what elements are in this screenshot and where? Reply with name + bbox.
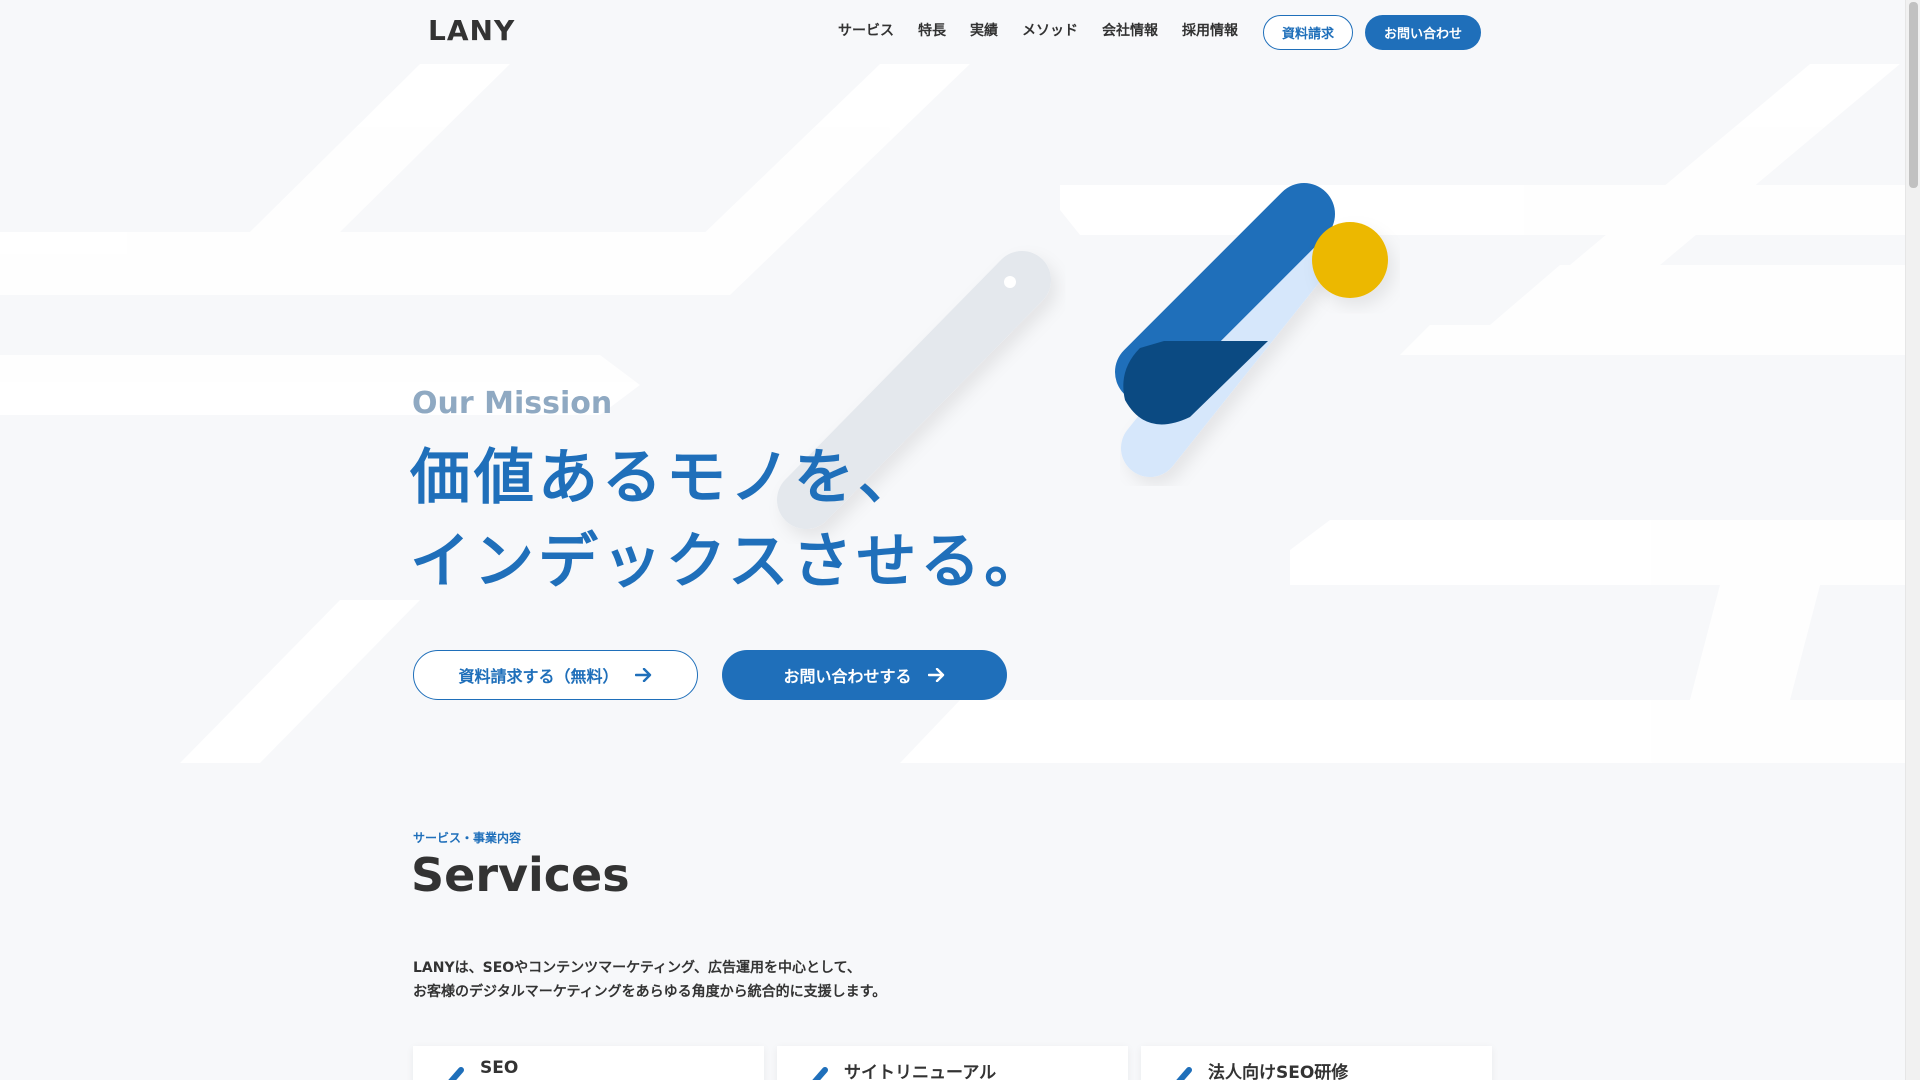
yellow-circle	[1312, 222, 1388, 298]
pencil-stroke-icon	[1176, 1067, 1192, 1080]
service-card-label: 法人向けSEO研修	[1208, 1063, 1349, 1080]
nav-item-services[interactable]: サービス	[838, 20, 894, 40]
cta-contact-button[interactable]: お問い合わせする	[722, 650, 1007, 700]
services-title: Services	[411, 848, 630, 902]
contact-button[interactable]: お問い合わせ	[1365, 15, 1481, 50]
hero-title-line2: インデックスさせる。	[410, 527, 1049, 597]
logo[interactable]: LANY	[428, 14, 515, 47]
pencil-stroke-icon	[448, 1067, 464, 1080]
doc-request-button[interactable]: 資料請求	[1263, 15, 1353, 50]
arrow-right-icon	[927, 668, 944, 682]
cta-doc-request-label: 資料請求する（無料）	[458, 667, 619, 686]
grey-bar-dot	[1004, 276, 1016, 288]
nav-item-results[interactable]: 実績	[970, 20, 998, 40]
arrow-right-icon	[634, 668, 651, 682]
hero-title: 価値あるモノを、 インデックスさせる。	[410, 436, 1048, 604]
nav-item-method[interactable]: メソッド	[1022, 20, 1078, 40]
service-card-label: サイトリニューアル	[844, 1063, 997, 1080]
service-card-label: SEO	[480, 1058, 519, 1078]
cta-doc-request-button[interactable]: 資料請求する（無料）	[413, 650, 698, 700]
page: LANY サービス 特長 実績 メソッド 会社情報 採用情報 資料請求 お問い合…	[0, 0, 1920, 1080]
site-header: LANY サービス 特長 実績 メソッド 会社情報 採用情報 資料請求 お問い合…	[0, 0, 1905, 64]
page-scrollbar[interactable]	[1905, 0, 1920, 1080]
hero-subtitle: Our Mission	[412, 386, 613, 421]
hero-title-line1: 価値あるモノを、	[410, 443, 922, 513]
nav-item-features[interactable]: 特長	[918, 20, 946, 40]
main-nav: サービス 特長 実績 メソッド 会社情報 採用情報	[838, 20, 1238, 40]
nav-item-company[interactable]: 会社情報	[1102, 20, 1158, 40]
service-card-seo[interactable]: SEO	[413, 1046, 764, 1080]
pencil-stroke-icon	[812, 1067, 828, 1080]
cta-contact-label: お問い合わせする	[783, 667, 912, 686]
nav-item-recruit[interactable]: 採用情報	[1182, 20, 1238, 40]
service-card-renewal[interactable]: サイトリニューアル	[777, 1046, 1128, 1080]
service-card-training[interactable]: 法人向けSEO研修	[1141, 1046, 1492, 1080]
services-label: サービス・事業内容	[413, 831, 522, 845]
services-desc-line1: LANYは、SEOやコンテンツマーケティング、広告運用を中心として、	[413, 960, 861, 976]
services-desc-line2: お客様のデジタルマーケティングをあらゆる角度から統合的に支援します。	[413, 984, 887, 1000]
scrollbar-thumb[interactable]	[1909, 2, 1918, 188]
services-description: LANYは、SEOやコンテンツマーケティング、広告運用を中心として、 お客様のデ…	[413, 956, 886, 1004]
